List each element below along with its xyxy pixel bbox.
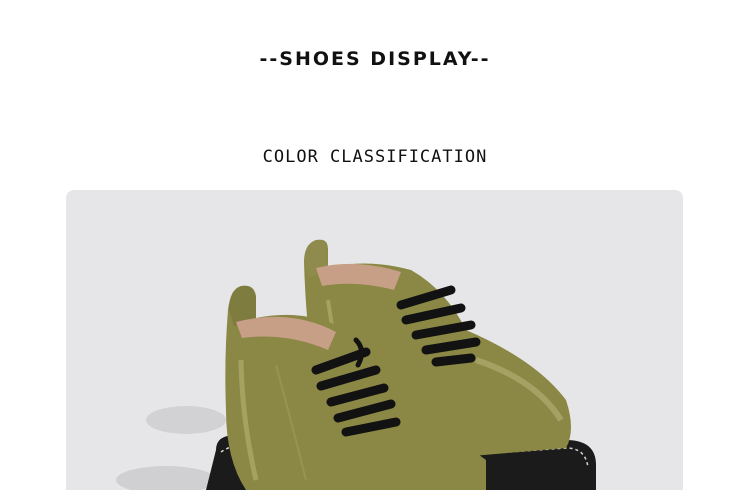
section-subtitle: COLOR CLASSIFICATION xyxy=(262,147,488,167)
boots-illustration xyxy=(116,239,596,490)
shadow xyxy=(146,406,226,434)
shadow xyxy=(116,466,216,490)
product-photo xyxy=(66,190,683,490)
section-title: --SHOES DISPLAY-- xyxy=(259,48,491,70)
